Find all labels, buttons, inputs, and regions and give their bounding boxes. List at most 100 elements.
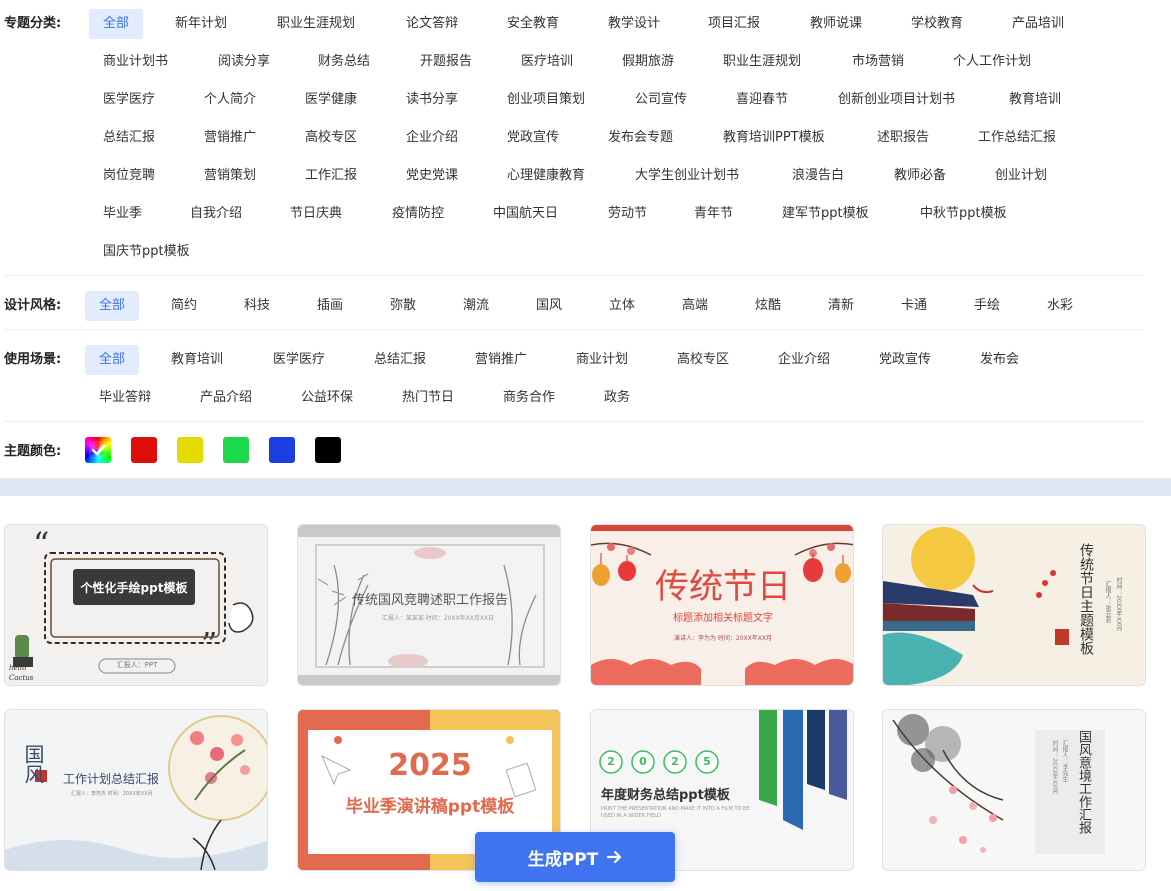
topic-tag[interactable]: 述职报告 — [863, 123, 943, 153]
topic-tag[interactable]: 自我介绍 — [176, 199, 256, 229]
topic-tag[interactable]: 企业介绍 — [392, 123, 472, 153]
scene-tag[interactable]: 全部 — [85, 345, 140, 375]
topic-tag[interactable]: 工作总结汇报 — [964, 123, 1070, 153]
scene-tag[interactable]: 商业计划 — [562, 345, 642, 375]
style-tag[interactable]: 弥散 — [376, 291, 430, 321]
generate-ppt-button[interactable]: 生成PPT — [475, 832, 675, 882]
topic-tag[interactable]: 开题报告 — [406, 47, 486, 77]
style-tag[interactable]: 国风 — [522, 291, 576, 321]
scene-tag[interactable]: 商务合作 — [489, 383, 569, 413]
topic-tag[interactable]: 教育培训PPT模板 — [709, 123, 839, 153]
topic-tag[interactable]: 高校专区 — [291, 123, 371, 153]
topic-tag[interactable]: 假期旅游 — [608, 47, 688, 77]
topic-tag[interactable]: 读书分享 — [392, 85, 472, 115]
topic-tag[interactable]: 心理健康教育 — [493, 161, 599, 191]
topic-tag[interactable]: 发布会专题 — [594, 123, 687, 153]
scene-tag[interactable]: 营销推广 — [461, 345, 541, 375]
style-tag[interactable]: 高端 — [668, 291, 722, 321]
topic-tag[interactable]: 中国航天日 — [479, 199, 572, 229]
template-card[interactable]: 国风 工作计划总结汇报 汇报人：李杰杰 时间：20XX年XX月 — [4, 709, 268, 871]
topic-tag[interactable]: 医学健康 — [291, 85, 371, 115]
color-swatch-blue[interactable] — [269, 437, 295, 463]
scene-tag[interactable]: 企业介绍 — [764, 345, 844, 375]
topic-tag[interactable]: 喜迎春节 — [722, 85, 802, 115]
scene-tag[interactable]: 发布会 — [966, 345, 1033, 375]
topic-tag[interactable]: 劳动节 — [594, 199, 661, 229]
template-card[interactable]: “ ” 个性化手绘ppt模板 汇报人：PPT hello Cactus — [4, 524, 268, 686]
topic-tag[interactable]: 总结汇报 — [89, 123, 169, 153]
topic-tag[interactable]: 青年节 — [680, 199, 747, 229]
style-tag[interactable]: 炫酷 — [741, 291, 795, 321]
topic-tag[interactable]: 毕业季 — [89, 199, 156, 229]
topic-tag[interactable]: 创业计划 — [981, 161, 1061, 191]
topic-tag[interactable]: 教师必备 — [880, 161, 960, 191]
topic-tag[interactable]: 产品培训 — [998, 9, 1078, 39]
style-tag[interactable]: 科技 — [230, 291, 284, 321]
topic-tag[interactable]: 新年计划 — [161, 9, 241, 39]
color-swatch-black[interactable] — [315, 437, 341, 463]
template-card[interactable]: 传统国风竞聘述职工作报告 汇报人：某某某 时间：20XX年XX月XX日 — [297, 524, 561, 686]
topic-tag[interactable]: 党史党课 — [392, 161, 472, 191]
topic-tag[interactable]: 教学设计 — [594, 9, 674, 39]
topic-tag[interactable]: 职业生涯规划 — [709, 47, 815, 77]
topic-tag[interactable]: 教师说课 — [796, 9, 876, 39]
template-card[interactable]: 传统节日 标题添加相关标题文字 演讲人：李为为 时间：20XX年XX月 — [590, 524, 854, 686]
topic-tag[interactable]: 全部 — [89, 9, 144, 39]
scene-tag[interactable]: 毕业答辩 — [85, 383, 165, 413]
topic-tag[interactable]: 个人简介 — [190, 85, 270, 115]
topic-tag[interactable]: 营销策划 — [190, 161, 270, 191]
scene-tag[interactable]: 高校专区 — [663, 345, 743, 375]
topic-tag[interactable]: 岗位竞聘 — [89, 161, 169, 191]
topic-tag[interactable]: 学校教育 — [897, 9, 977, 39]
color-swatch-yellow[interactable] — [177, 437, 203, 463]
topic-tag[interactable]: 安全教育 — [493, 9, 573, 39]
topic-tag[interactable]: 医疗培训 — [507, 47, 587, 77]
style-tag[interactable]: 全部 — [85, 291, 140, 321]
style-tag[interactable]: 插画 — [303, 291, 357, 321]
style-tag[interactable]: 水彩 — [1033, 291, 1087, 321]
scene-tag[interactable]: 教育培训 — [157, 345, 237, 375]
style-filter-label: 设计风格: — [4, 298, 62, 313]
topic-tag[interactable]: 浪漫告白 — [778, 161, 858, 191]
topic-tag[interactable]: 市场营销 — [838, 47, 918, 77]
scene-tag[interactable]: 医学医疗 — [259, 345, 339, 375]
topic-tag[interactable]: 职业生涯规划 — [263, 9, 369, 39]
topic-tag[interactable]: 阅读分享 — [204, 47, 284, 77]
style-tag[interactable]: 潮流 — [449, 291, 503, 321]
topic-tag[interactable]: 建军节ppt模板 — [768, 199, 883, 229]
topic-tag[interactable]: 营销推广 — [190, 123, 270, 153]
color-swatch-all[interactable] — [85, 437, 111, 463]
scene-tag[interactable]: 总结汇报 — [360, 345, 440, 375]
topic-tag[interactable]: 教育培训 — [995, 85, 1075, 115]
topic-tag[interactable]: 中秋节ppt模板 — [906, 199, 1021, 229]
style-tag[interactable]: 简约 — [157, 291, 211, 321]
template-card[interactable]: 国风意境工作汇报 汇报人：李先生 时间：20XX年XX月 — [882, 709, 1146, 871]
topic-tag[interactable]: 创新创业项目计划书 — [824, 85, 969, 115]
template-card[interactable]: 传统节日主题模板 汇报人：张云若 时间：20XX年XX月 — [882, 524, 1146, 686]
style-tag[interactable]: 卡通 — [887, 291, 941, 321]
topic-tag[interactable]: 节日庆典 — [276, 199, 356, 229]
scene-tag[interactable]: 产品介绍 — [186, 383, 266, 413]
scene-tag[interactable]: 政务 — [590, 383, 644, 413]
topic-tag[interactable]: 疫情防控 — [378, 199, 458, 229]
color-swatch-green[interactable] — [223, 437, 249, 463]
topic-tag[interactable]: 大学生创业计划书 — [621, 161, 753, 191]
scene-tag[interactable]: 热门节日 — [388, 383, 468, 413]
style-tag[interactable]: 立体 — [595, 291, 649, 321]
style-tag[interactable]: 手绘 — [960, 291, 1014, 321]
topic-tag[interactable]: 工作汇报 — [291, 161, 371, 191]
topic-tag[interactable]: 创业项目策划 — [493, 85, 599, 115]
topic-tag[interactable]: 论文答辩 — [392, 9, 472, 39]
topic-tag[interactable]: 党政宣传 — [493, 123, 573, 153]
topic-tag[interactable]: 国庆节ppt模板 — [89, 237, 204, 267]
topic-tag[interactable]: 商业计划书 — [89, 47, 182, 77]
topic-tag[interactable]: 医学医疗 — [89, 85, 169, 115]
color-swatch-red[interactable] — [131, 437, 157, 463]
scene-tag[interactable]: 党政宣传 — [865, 345, 945, 375]
topic-tag[interactable]: 财务总结 — [304, 47, 384, 77]
scene-tag[interactable]: 公益环保 — [287, 383, 367, 413]
style-tag[interactable]: 清新 — [814, 291, 868, 321]
topic-tag[interactable]: 公司宣传 — [621, 85, 701, 115]
topic-tag[interactable]: 个人工作计划 — [939, 47, 1045, 77]
topic-tag[interactable]: 项目汇报 — [694, 9, 774, 39]
